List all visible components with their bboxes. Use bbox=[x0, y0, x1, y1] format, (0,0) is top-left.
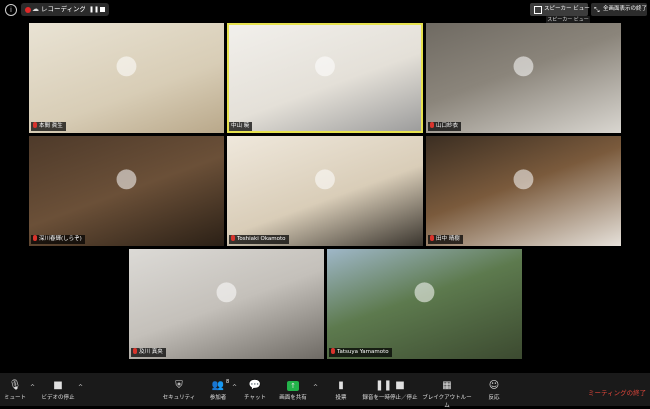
stop-video-label: ビデオの停止 bbox=[41, 395, 75, 401]
participants-count-badge: 8 bbox=[226, 379, 230, 385]
person-icon: ● bbox=[313, 162, 337, 193]
participants-options-chevron-icon[interactable]: ^ bbox=[232, 384, 237, 391]
microphone-icon: 🎙 bbox=[8, 380, 22, 391]
meeting-info-icon[interactable]: i bbox=[5, 4, 17, 16]
pause-recording-label: 録音を一時停止／停止 bbox=[362, 395, 418, 401]
person-icon: ● bbox=[512, 49, 535, 80]
reactions-label: 反応 bbox=[488, 395, 500, 401]
camera-feed: ● bbox=[29, 136, 224, 246]
participants-label: 参加者 bbox=[209, 395, 227, 401]
share-screen-icon: ↑ bbox=[287, 381, 299, 391]
security-button[interactable]: ⛨ セキュリティ bbox=[161, 379, 197, 401]
chat-button[interactable]: 💬 チャット bbox=[242, 379, 268, 401]
polls-label: 投票 bbox=[335, 395, 347, 401]
breakout-rooms-button[interactable]: ▦ ブレイクアウトルーム bbox=[421, 379, 473, 409]
share-options-chevron-icon[interactable]: ^ bbox=[313, 384, 318, 391]
participant-name-tag: 田中 晴樹 bbox=[428, 235, 463, 244]
speaker-view-button[interactable]: スピーカー ビュー bbox=[530, 3, 590, 16]
recording-label: レコーディング... bbox=[41, 5, 85, 13]
video-options-chevron-icon[interactable]: ^ bbox=[78, 384, 83, 391]
video-tile[interactable]: ● Tatsuya Yamamoto bbox=[327, 249, 522, 359]
mic-muted-icon bbox=[33, 122, 37, 128]
exit-fullscreen-button[interactable]: ⤡ 全画面表示の終了 bbox=[591, 3, 647, 16]
grid-view-icon bbox=[534, 6, 542, 14]
share-screen-button[interactable]: ↑ 画面を共有 bbox=[277, 379, 309, 401]
speaker-view-label: スピーカー ビュー bbox=[544, 6, 590, 12]
camera-feed: ● bbox=[29, 23, 224, 133]
participants-button[interactable]: 👥 参加者 8 bbox=[205, 379, 231, 401]
camera-feed: ● bbox=[327, 249, 522, 359]
video-camera-icon: ■ bbox=[53, 380, 63, 391]
mic-muted-icon bbox=[133, 348, 137, 354]
camera-feed: ● bbox=[227, 23, 423, 133]
mute-label: ミュート bbox=[4, 395, 27, 401]
participant-name-tag: Tatsuya Yamamoto bbox=[329, 348, 392, 357]
mic-muted-icon bbox=[430, 122, 434, 128]
participant-name-tag: 山口紗衣 bbox=[428, 122, 462, 131]
person-icon: ● bbox=[115, 162, 138, 193]
camera-feed: ● bbox=[129, 249, 324, 359]
person-icon: ● bbox=[215, 275, 238, 306]
participant-name-tag: 本間 眞生 bbox=[31, 122, 66, 131]
shield-icon: ⛨ bbox=[175, 380, 183, 391]
camera-feed: ● bbox=[227, 136, 423, 246]
bar-chart-icon: ▮ bbox=[338, 380, 344, 391]
mic-muted-icon bbox=[430, 235, 434, 241]
polls-button[interactable]: ▮ 投票 bbox=[332, 379, 350, 401]
chat-bubble-icon: 💬 bbox=[248, 380, 262, 391]
person-icon: ● bbox=[313, 49, 337, 80]
audio-options-chevron-icon[interactable]: ^ bbox=[30, 384, 35, 391]
breakout-rooms-label: ブレイクアウトルーム bbox=[422, 395, 472, 409]
participant-name-tag: 深川春輝(しらぞ) bbox=[31, 235, 85, 244]
recording-indicator: ☁ レコーディング... ❚❚ bbox=[21, 3, 109, 16]
person-icon: ● bbox=[512, 162, 535, 193]
pause-recording-button[interactable]: ❚❚ ■ 録音を一時停止／停止 bbox=[362, 379, 418, 401]
share-screen-label: 画面を共有 bbox=[279, 395, 307, 401]
participant-name-tag: 中山 暁 bbox=[229, 122, 253, 131]
video-tile[interactable]: ● Toshiaki Okamoto bbox=[227, 136, 423, 246]
camera-feed: ● bbox=[426, 23, 621, 133]
top-bar: i ☁ レコーディング... ❚❚ スピーカー ビュー スピーカー ビュー ⤡ … bbox=[0, 0, 650, 25]
participant-name: 深川春輝(しらぞ) bbox=[39, 236, 82, 242]
person-icon: ● bbox=[115, 49, 138, 80]
record-dot-icon bbox=[25, 6, 31, 13]
participant-name: 中山 暁 bbox=[231, 123, 250, 129]
participant-name-tag: 及川 真央 bbox=[131, 348, 166, 357]
participant-name: Tatsuya Yamamoto bbox=[337, 349, 389, 355]
security-label: セキュリティ bbox=[162, 395, 196, 401]
stop-recording-icon[interactable] bbox=[100, 7, 105, 12]
reactions-button[interactable]: ☺ 反応 bbox=[486, 379, 502, 401]
mic-muted-icon bbox=[33, 235, 37, 241]
mic-muted-icon bbox=[331, 348, 335, 354]
meeting-toolbar: 🎙 ミュート ^ ■ ビデオの停止 ^ ⛨ セキュリティ 👥 参加者 8 ^ 💬… bbox=[0, 373, 650, 409]
pause-stop-icon: ❚❚ ■ bbox=[375, 380, 405, 391]
video-tile[interactable]: ● 深川春輝(しらぞ) bbox=[29, 136, 224, 246]
end-meeting-button[interactable]: ミーティングの終了 bbox=[588, 387, 646, 397]
share-screen-icon-wrapper: ↑ bbox=[277, 379, 309, 393]
mute-button[interactable]: 🎙 ミュート bbox=[4, 379, 26, 401]
video-tile[interactable]: ● 及川 真央 bbox=[129, 249, 324, 359]
pause-recording-icon[interactable]: ❚❚ bbox=[89, 3, 99, 16]
participant-name: 山口紗衣 bbox=[436, 123, 459, 129]
breakout-rooms-icon: ▦ bbox=[442, 380, 452, 391]
person-icon: ● bbox=[413, 275, 436, 306]
stop-video-button[interactable]: ■ ビデオの停止 bbox=[40, 379, 76, 401]
exit-fullscreen-icon: ⤡ bbox=[594, 6, 600, 14]
video-tile-active-speaker[interactable]: ● 中山 暁 bbox=[227, 23, 423, 133]
mic-muted-icon bbox=[231, 235, 235, 241]
chat-label: チャット bbox=[244, 395, 266, 401]
video-tile[interactable]: ● 田中 晴樹 bbox=[426, 136, 621, 246]
video-tile[interactable]: ● 山口紗衣 bbox=[426, 23, 621, 133]
participant-name-tag: Toshiaki Okamoto bbox=[229, 235, 289, 244]
participant-name: 及川 真央 bbox=[139, 349, 163, 355]
participant-name: 田中 晴樹 bbox=[436, 236, 460, 242]
camera-feed: ● bbox=[426, 136, 621, 246]
cloud-icon: ☁ bbox=[32, 5, 39, 13]
smiley-icon: ☺ bbox=[488, 380, 500, 391]
participant-name: 本間 眞生 bbox=[39, 123, 63, 129]
participant-name: Toshiaki Okamoto bbox=[237, 236, 286, 242]
video-tile[interactable]: ● 本間 眞生 bbox=[29, 23, 224, 133]
exit-fullscreen-label: 全画面表示の終了 bbox=[603, 6, 648, 12]
